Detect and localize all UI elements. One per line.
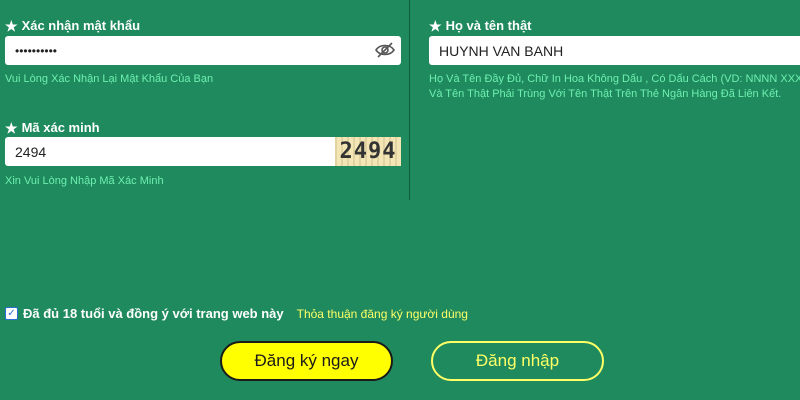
confirm-password-input[interactable]: •••••••••• bbox=[5, 36, 401, 65]
login-button[interactable]: Đăng nhập bbox=[431, 341, 604, 381]
real-name-hint-line2: Và Tên Thật Phải Trùng Với Tên Thật Trên… bbox=[429, 88, 782, 100]
verification-code-hint: Xin Vui Lòng Nhập Mã Xác Minh bbox=[5, 175, 164, 187]
real-name-value: HUYNH VAN BANH bbox=[439, 42, 564, 59]
agreement-checkbox[interactable]: ✓ bbox=[5, 307, 18, 320]
real-name-label-text: Họ và tên thật bbox=[445, 18, 532, 33]
login-label: Đăng nhập bbox=[475, 351, 560, 370]
confirm-password-label-text: Xác nhận mật khẩu bbox=[21, 18, 141, 33]
star-icon: ★ bbox=[429, 17, 442, 34]
star-icon: ★ bbox=[5, 119, 18, 136]
confirm-password-value: •••••••••• bbox=[15, 43, 58, 58]
column-divider bbox=[409, 0, 410, 200]
verification-code-label-text: Mã xác minh bbox=[21, 120, 100, 135]
star-icon: ★ bbox=[5, 17, 18, 34]
real-name-hint-line1: Họ Và Tên Đầy Đủ, Chữ In Hoa Không Dấu ,… bbox=[429, 73, 800, 85]
captcha-image[interactable]: 2494 bbox=[335, 137, 401, 166]
real-name-label: ★ Họ và tên thật bbox=[429, 18, 532, 33]
real-name-input[interactable]: HUYNH VAN BANH bbox=[429, 36, 800, 65]
verification-code-label: ★ Mã xác minh bbox=[5, 120, 100, 135]
eye-slash-icon[interactable] bbox=[374, 41, 396, 59]
verification-code-input[interactable]: 2494 bbox=[5, 137, 335, 166]
verification-code-value: 2494 bbox=[15, 143, 47, 160]
register-now-button[interactable]: Đăng ký ngay bbox=[220, 341, 393, 381]
register-now-label: Đăng ký ngay bbox=[254, 351, 359, 370]
captcha-text: 2494 bbox=[339, 139, 397, 164]
confirm-password-hint: Vui Lòng Xác Nhận Lại Mật Khẩu Của Bạn bbox=[5, 73, 214, 85]
agreement-text: Đã đủ 18 tuổi và đồng ý với trang web nà… bbox=[23, 306, 284, 321]
user-agreement-link[interactable]: Thỏa thuận đăng ký người dùng bbox=[297, 307, 468, 321]
check-icon: ✓ bbox=[7, 307, 16, 319]
confirm-password-label: ★ Xác nhận mật khẩu bbox=[5, 18, 140, 33]
agreement-row: ✓ Đã đủ 18 tuổi và đồng ý với trang web … bbox=[5, 306, 468, 321]
